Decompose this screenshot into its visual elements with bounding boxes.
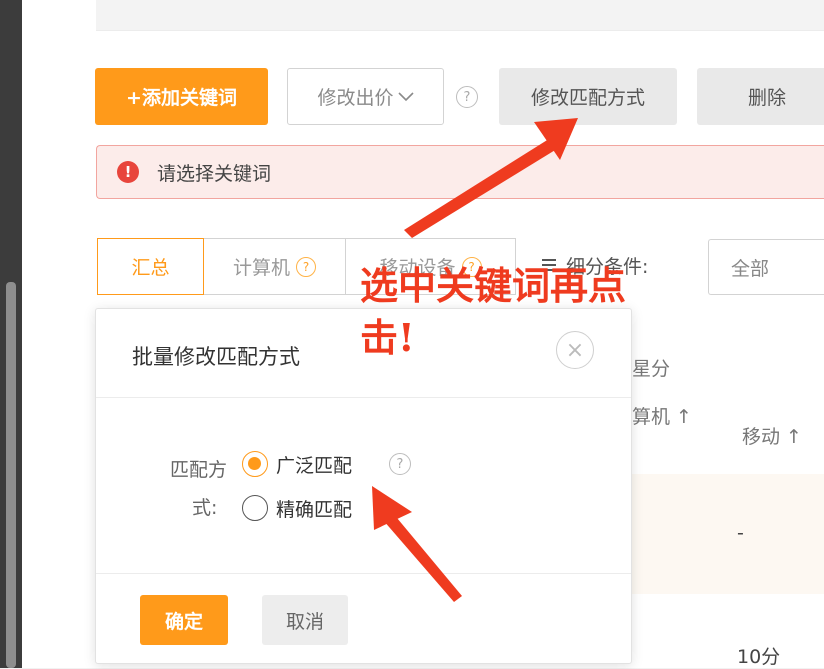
broad-match-label[interactable]: 广泛匹配	[276, 451, 352, 478]
match-type-label-line1: 匹配方	[170, 459, 228, 481]
confirm-button[interactable]: 确定	[140, 595, 228, 645]
table-row	[632, 474, 824, 594]
annotation-line2: 击!	[360, 315, 415, 360]
alert-banner: ! 请选择关键词	[96, 145, 824, 199]
alert-message: 请选择关键词	[157, 162, 272, 185]
add-keyword-button[interactable]: +添加关键词	[95, 68, 268, 125]
help-icon[interactable]: ?	[456, 86, 478, 108]
annotation-line1: 选中关键词再点	[360, 263, 627, 308]
top-panel	[96, 0, 824, 31]
help-icon[interactable]: ?	[296, 256, 316, 277]
tab-summary[interactable]: 汇总	[97, 238, 204, 295]
broad-match-radio[interactable]	[242, 451, 268, 477]
match-type-label-line2: 式:	[192, 497, 218, 519]
window-edge	[0, 0, 22, 668]
exact-match-radio[interactable]	[242, 495, 268, 521]
help-icon[interactable]: ?	[389, 453, 411, 475]
table-cell: -	[737, 522, 744, 544]
tab-summary-label: 汇总	[131, 257, 170, 279]
tab-computer[interactable]: 计算机 ?	[203, 238, 346, 295]
match-type-label: 匹配方 式:	[170, 451, 244, 527]
cancel-button[interactable]: 取消	[262, 595, 348, 645]
error-icon: !	[117, 161, 139, 183]
annotation-text: 选中关键词再点 击!	[360, 260, 626, 364]
segment-filter-select[interactable]: 全部	[708, 239, 824, 295]
column-group-header: 星分	[632, 358, 671, 380]
modify-bid-dropdown[interactable]: 修改出价	[287, 68, 444, 125]
delete-button[interactable]: 删除	[697, 68, 824, 125]
segment-filter-value: 全部	[731, 257, 770, 280]
exact-match-label[interactable]: 精确匹配	[276, 495, 352, 522]
tab-computer-label: 计算机	[232, 257, 290, 279]
modify-bid-label: 修改出价	[317, 87, 394, 109]
column-header-mobile[interactable]: 移动 ↑	[742, 422, 802, 449]
divider	[96, 573, 631, 574]
table-cell: 10分	[737, 646, 781, 668]
modify-match-button[interactable]: 修改匹配方式	[499, 68, 677, 125]
column-header-computer[interactable]: 算机 ↑	[632, 402, 692, 429]
chevron-down-icon	[397, 91, 414, 101]
scrollbar[interactable]	[6, 282, 16, 668]
dialog-title: 批量修改匹配方式	[132, 345, 300, 369]
divider	[96, 397, 631, 398]
